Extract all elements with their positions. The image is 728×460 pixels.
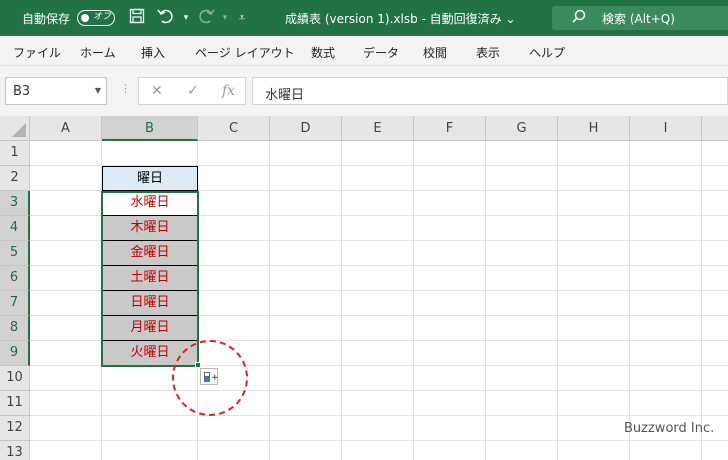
row-header-4[interactable]: 4 <box>0 216 30 241</box>
gridline <box>629 141 630 460</box>
column-header-b[interactable]: B <box>102 116 198 141</box>
name-box-dropdown-icon[interactable]: ▼ <box>95 86 101 95</box>
formula-buttons: ✕ ✓ fx <box>138 77 246 105</box>
tab-help[interactable]: ヘルプ <box>529 44 565 61</box>
save-icon[interactable] <box>127 8 147 28</box>
name-box[interactable]: B3 ▼ <box>5 77 107 105</box>
tab-home[interactable]: ホーム <box>80 44 116 61</box>
cell-b5[interactable]: 金曜日 <box>102 241 198 266</box>
column-header-j[interactable] <box>702 116 728 141</box>
watermark: Buzzword Inc. <box>624 421 715 436</box>
row-header-5[interactable]: 5 <box>0 241 30 266</box>
tab-data[interactable]: データ <box>363 44 399 61</box>
undo-dropdown-icon[interactable]: ▾ <box>176 8 196 28</box>
column-header-h[interactable]: H <box>558 116 630 141</box>
tab-review[interactable]: 校閲 <box>423 44 447 61</box>
formula-bar-area: B3 ▼ ⋮ ✕ ✓ fx 水曜日 <box>0 66 728 116</box>
column-header-g[interactable]: G <box>486 116 558 141</box>
cell-b7[interactable]: 日曜日 <box>102 291 198 316</box>
cell-b3[interactable]: 水曜日 <box>102 191 198 216</box>
row-header-13[interactable]: 13 <box>0 441 30 460</box>
cell-b8[interactable]: 月曜日 <box>102 316 198 341</box>
cancel-icon: ✕ <box>151 83 163 99</box>
row-header-3[interactable]: 3 <box>0 191 30 216</box>
autosave-state: オフ <box>93 12 112 22</box>
toggle-knob <box>81 13 89 22</box>
column-header-c[interactable]: C <box>198 116 270 141</box>
document-title: 成績表 (version 1).xlsb - 自動回復済み ⌄ <box>285 12 516 26</box>
column-header-e[interactable]: E <box>342 116 414 141</box>
undo-icon[interactable] <box>156 8 176 28</box>
autosave-label: 自動保存 <box>22 12 71 26</box>
column-header-a[interactable]: A <box>30 116 102 141</box>
tab-file[interactable]: ファイル <box>13 44 61 61</box>
row-header-10[interactable]: 10 <box>0 366 30 391</box>
gridline <box>30 415 728 416</box>
row-header-9[interactable]: 9 <box>0 341 30 366</box>
name-box-value: B3 <box>13 84 31 99</box>
row-header-2[interactable]: 2 <box>0 166 30 191</box>
enter-icon: ✓ <box>187 83 199 99</box>
insert-function-icon[interactable]: fx <box>222 83 235 99</box>
search-box[interactable]: 検索 (Alt+Q) <box>552 6 728 30</box>
redo-icon <box>196 8 216 28</box>
ribbon-tabs: ファイル ホーム 挿入 ページ レイアウト 数式 データ 校閲 表示 ヘルプ <box>0 36 728 66</box>
gridline <box>413 141 414 460</box>
formula-input[interactable]: 水曜日 <box>252 77 728 105</box>
gridline <box>30 390 728 391</box>
search-icon <box>572 9 586 27</box>
worksheet-grid[interactable]: A B C D E F G H I 1 2 3 4 5 6 7 8 9 10 1… <box>0 116 728 460</box>
row-header-8[interactable]: 8 <box>0 316 30 341</box>
column-header-i[interactable]: I <box>630 116 702 141</box>
tab-formulas[interactable]: 数式 <box>311 44 335 61</box>
title-bar: 自動保存 オフ ▾ ▾ ⩡ 成績表 (version 1).xlsb - 自動回… <box>0 0 728 36</box>
customize-toolbar-icon[interactable]: ⩡ <box>232 8 252 28</box>
select-all-button[interactable] <box>0 116 30 141</box>
cell-b2[interactable]: 曜日 <box>102 166 198 191</box>
tab-insert[interactable]: 挿入 <box>141 44 165 61</box>
gridline <box>30 440 728 441</box>
autosave-toggle[interactable]: オフ <box>77 10 115 26</box>
cell-b6[interactable]: 土曜日 <box>102 266 198 291</box>
gridline <box>557 141 558 460</box>
row-header-11[interactable]: 11 <box>0 391 30 416</box>
gridline <box>269 141 270 460</box>
search-label: 検索 (Alt+Q) <box>602 12 675 26</box>
tab-page-layout[interactable]: ページ レイアウト <box>195 44 295 61</box>
row-header-7[interactable]: 7 <box>0 291 30 316</box>
column-header-f[interactable]: F <box>414 116 486 141</box>
gridline <box>701 141 702 460</box>
row-header-6[interactable]: 6 <box>0 266 30 291</box>
row-header-12[interactable]: 12 <box>0 416 30 441</box>
row-header-1[interactable]: 1 <box>0 141 30 166</box>
column-header-d[interactable]: D <box>270 116 342 141</box>
highlight-circle <box>172 340 248 416</box>
tab-view[interactable]: 表示 <box>476 44 500 61</box>
gridline <box>485 141 486 460</box>
formula-bar-grip-icon: ⋮ <box>120 82 131 95</box>
select-all-triangle-icon <box>12 123 26 137</box>
gridline <box>341 141 342 460</box>
cell-b4[interactable]: 木曜日 <box>102 216 198 241</box>
